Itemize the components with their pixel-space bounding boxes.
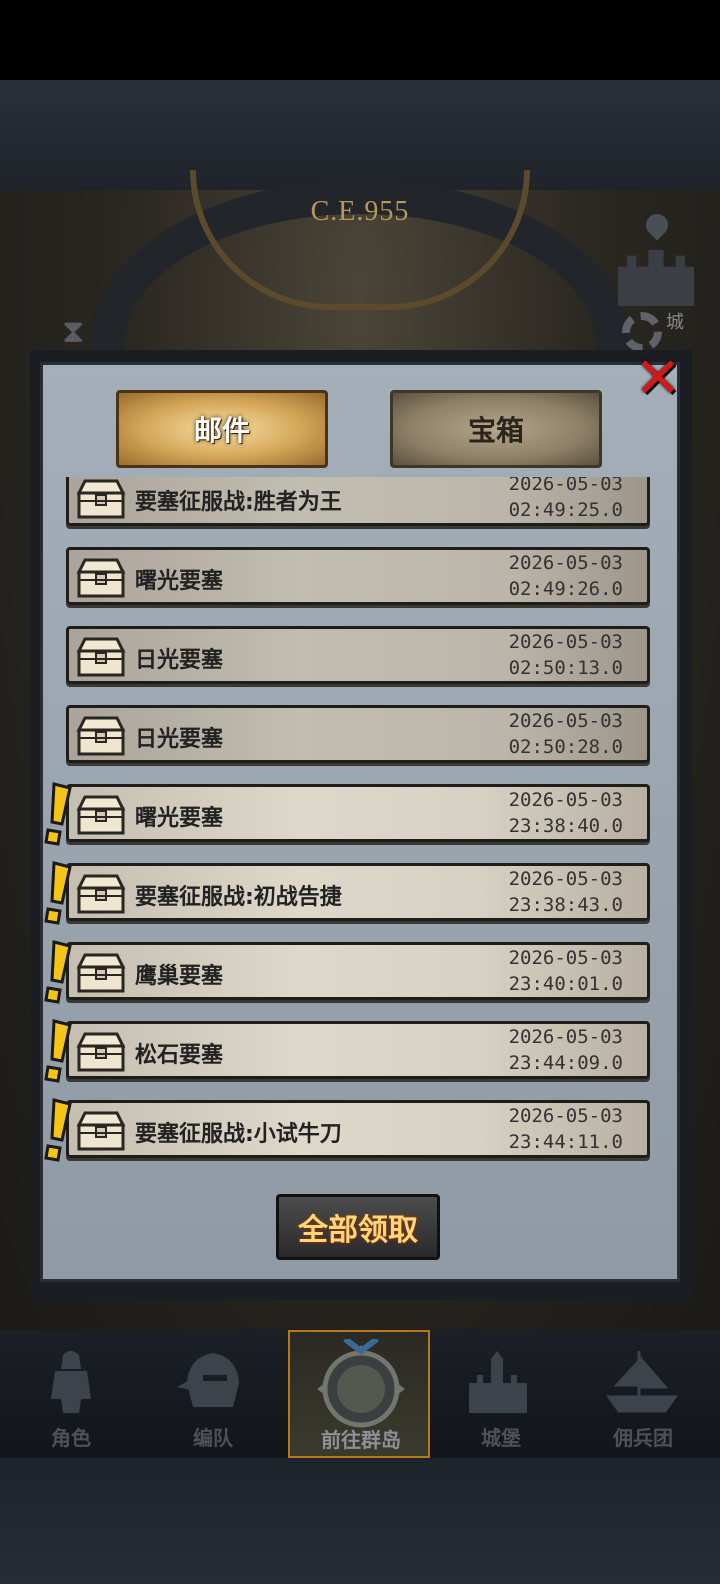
mail-time: 02:50:28.0 bbox=[508, 736, 623, 758]
bottom-area bbox=[0, 1458, 720, 1584]
mail-time: 23:44:09.0 bbox=[508, 1052, 623, 1074]
mail-title: 曙光要塞 bbox=[135, 569, 224, 594]
chest-icon bbox=[75, 477, 127, 521]
chest-icon bbox=[75, 554, 127, 600]
mail-timestamp: 2026-05-03 02:49:25.0 bbox=[509, 477, 623, 523]
chest-icon bbox=[75, 949, 127, 995]
mail-timestamp: 2026-05-03 02:50:13.0 bbox=[509, 629, 623, 681]
chest-icon bbox=[75, 633, 127, 679]
nav-item-5[interactable]: 佣兵团 bbox=[572, 1330, 714, 1458]
mail-timestamp: 2026-05-03 23:38:43.0 bbox=[509, 866, 623, 918]
ship-icon bbox=[572, 1342, 714, 1422]
compass-icon bbox=[290, 1339, 432, 1428]
mail-row[interactable]: 要塞征服战:初战告捷 2026-05-03 23:38:43.0 bbox=[66, 863, 650, 921]
tab-mail[interactable]: 邮件 bbox=[116, 390, 328, 468]
era-label: C.E.955 bbox=[310, 196, 410, 227]
mail-time: 23:38:43.0 bbox=[508, 894, 623, 916]
mail-date: 2026-05-03 bbox=[508, 710, 623, 732]
mail-row[interactable]: 日光要塞 2026-05-03 02:50:28.0 bbox=[66, 705, 650, 763]
mail-date: 2026-05-03 bbox=[508, 631, 623, 653]
unread-exclamation-icon bbox=[44, 861, 74, 925]
mail-time: 02:49:26.0 bbox=[508, 578, 623, 600]
mail-row[interactable]: 鹰巢要塞 2026-05-03 23:40:01.0 bbox=[66, 942, 650, 1000]
mail-date: 2026-05-03 bbox=[508, 789, 623, 811]
unread-exclamation-icon bbox=[44, 1019, 74, 1083]
mail-time: 23:40:01.0 bbox=[508, 973, 623, 995]
knight-icon bbox=[0, 1342, 142, 1422]
mail-date: 2026-05-03 bbox=[508, 868, 623, 890]
mail-timestamp: 2026-05-03 23:44:09.0 bbox=[509, 1024, 623, 1076]
mail-row[interactable]: 曙光要塞 2026-05-03 02:49:26.0 bbox=[66, 547, 650, 605]
castle-label: 城 bbox=[666, 312, 684, 333]
mail-time: 02:49:25.0 bbox=[508, 499, 623, 521]
nav-item-3[interactable]: 前往群岛 bbox=[288, 1330, 430, 1458]
chest-icon bbox=[75, 870, 127, 916]
mail-title: 日光要塞 bbox=[135, 727, 224, 752]
unread-exclamation-icon bbox=[44, 1098, 74, 1162]
mail-title: 松石要塞 bbox=[135, 1043, 224, 1068]
tab-chest[interactable]: 宝箱 bbox=[390, 390, 602, 468]
mail-title: 要塞征服战:胜者为王 bbox=[135, 490, 342, 515]
hourglass-icon[interactable]: ⧗ bbox=[62, 312, 84, 351]
nav-label: 城堡 bbox=[481, 1426, 521, 1450]
status-bar bbox=[0, 0, 720, 80]
castle-icon bbox=[430, 1342, 572, 1422]
nav-item-4[interactable]: 城堡 bbox=[430, 1330, 572, 1458]
chest-icon bbox=[75, 791, 127, 837]
mail-date: 2026-05-03 bbox=[508, 1026, 623, 1048]
mail-timestamp: 2026-05-03 02:49:26.0 bbox=[509, 550, 623, 602]
mail-row[interactable]: 日光要塞 2026-05-03 02:50:13.0 bbox=[66, 626, 650, 684]
mail-row[interactable]: 要塞征服战:胜者为王 2026-05-03 02:49:25.0 bbox=[66, 477, 650, 526]
mail-timestamp: 2026-05-03 23:40:01.0 bbox=[509, 945, 623, 997]
castle-icon[interactable] bbox=[618, 250, 694, 306]
unread-exclamation-icon bbox=[44, 940, 74, 1004]
mail-row[interactable]: 要塞征服战:小试牛刀 2026-05-03 23:44:11.0 bbox=[66, 1100, 650, 1158]
mail-title: 鹰巢要塞 bbox=[135, 964, 224, 989]
claim-all-button[interactable]: 全部领取 bbox=[276, 1194, 440, 1260]
mail-timestamp: 2026-05-03 23:44:11.0 bbox=[509, 1103, 623, 1155]
mail-row[interactable]: 曙光要塞 2026-05-03 23:38:40.0 bbox=[66, 784, 650, 842]
mail-timestamp: 2026-05-03 23:38:40.0 bbox=[509, 787, 623, 839]
helmet-icon bbox=[142, 1342, 284, 1422]
mail-time: 02:50:13.0 bbox=[508, 657, 623, 679]
nav-label: 角色 bbox=[51, 1426, 91, 1450]
mail-date: 2026-05-03 bbox=[508, 552, 623, 574]
mail-title: 要塞征服战:初战告捷 bbox=[135, 885, 342, 910]
mail-timestamp: 2026-05-03 02:50:28.0 bbox=[509, 708, 623, 760]
nav-label: 编队 bbox=[193, 1426, 233, 1450]
close-icon[interactable]: ✕ bbox=[632, 346, 684, 411]
nav-label: 佣兵团 bbox=[613, 1426, 673, 1450]
mail-time: 23:38:40.0 bbox=[508, 815, 623, 837]
mail-time: 23:44:11.0 bbox=[508, 1131, 623, 1153]
chest-icon bbox=[75, 1028, 127, 1074]
nav-label: 前往群岛 bbox=[321, 1428, 401, 1452]
chest-icon bbox=[75, 1107, 127, 1153]
chest-icon bbox=[75, 712, 127, 758]
mail-title: 曙光要塞 bbox=[135, 806, 224, 831]
mail-title: 日光要塞 bbox=[135, 648, 224, 673]
unread-exclamation-icon bbox=[44, 782, 74, 846]
mail-row[interactable]: 松石要塞 2026-05-03 23:44:09.0 bbox=[66, 1021, 650, 1079]
nav-item-1[interactable]: 角色 bbox=[0, 1330, 142, 1458]
mail-date: 2026-05-03 bbox=[508, 1105, 623, 1127]
mail-list[interactable]: 要塞征服战:胜者为王 2026-05-03 02:49:25.0 曙光要塞 2026-0… bbox=[66, 477, 652, 1177]
nav-item-2[interactable]: 编队 bbox=[142, 1330, 284, 1458]
mail-title: 要塞征服战:小试牛刀 bbox=[135, 1122, 342, 1147]
mail-date: 2026-05-03 bbox=[508, 477, 623, 495]
mail-date: 2026-05-03 bbox=[508, 947, 623, 969]
